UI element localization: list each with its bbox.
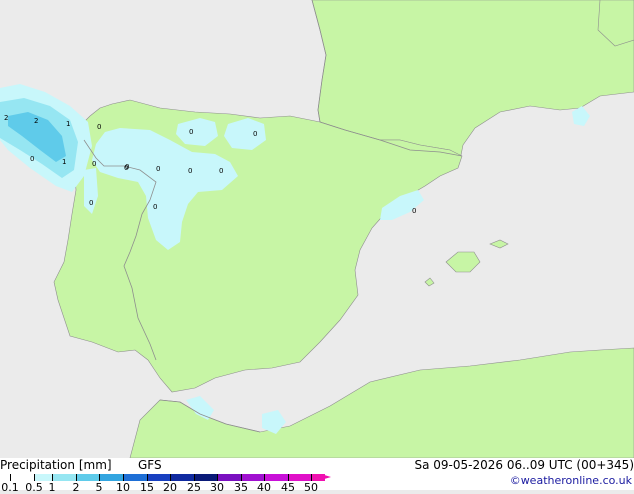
contour-label: 0 (253, 130, 257, 138)
legend-tick-label: 50 (304, 481, 318, 494)
contour-label: 0 (97, 123, 101, 131)
contour-label: 0 (156, 165, 160, 173)
legend-swatch (99, 474, 123, 481)
legend-tick-label: 10 (116, 481, 130, 494)
legend-swatch (288, 474, 311, 481)
legend-tick-label: 0.5 (25, 481, 43, 494)
legend-tick-label: 0.1 (1, 481, 19, 494)
precipitation-map: 2 2 1 0 0 1 0 0 0 0 0 0 0 0 0 0 0 (0, 0, 634, 458)
legend-tick-label: 2 (72, 481, 80, 494)
legend-swatch (123, 474, 147, 481)
contour-label: 2 (4, 114, 8, 122)
contour-label: 0 (30, 155, 34, 163)
legend-tick-label: 45 (281, 481, 295, 494)
contour-label: 0 (189, 128, 193, 136)
legend-tick-label: 25 (187, 481, 201, 494)
contour-label: 1 (66, 120, 70, 128)
legend-swatch (76, 474, 99, 481)
legend-arrow (321, 474, 331, 480)
contour-label: 0 (219, 167, 223, 175)
legend-swatch (10, 474, 34, 481)
contour-label: 0 (124, 164, 128, 172)
legend-tick-label: 1 (48, 481, 56, 494)
model-name: GFS (138, 458, 162, 472)
credit-link[interactable]: ©weatheronline.co.uk (510, 474, 632, 487)
contour-label: 0 (188, 167, 192, 175)
legend-swatch (217, 474, 241, 481)
contour-label: 0 (153, 203, 157, 211)
legend-swatch (241, 474, 264, 481)
contour-label: 2 (34, 117, 38, 125)
legend-tick-label: 15 (140, 481, 154, 494)
legend-tick-label: 5 (95, 481, 103, 494)
legend-tick-label: 20 (163, 481, 177, 494)
legend-tick-label: 30 (210, 481, 224, 494)
legend-tick-label: 35 (234, 481, 248, 494)
legend-swatch (147, 474, 170, 481)
forecast-datetime: Sa 09-05-2026 06..09 UTC (00+345) (414, 458, 634, 472)
legend-swatch (264, 474, 288, 481)
contour-label: 0 (412, 207, 416, 215)
contour-label: 1 (62, 158, 66, 166)
map-title: Precipitation [mm] (0, 458, 112, 472)
legend-swatch (52, 474, 76, 481)
legend-tick-label: 40 (257, 481, 271, 494)
contour-label: 0 (89, 199, 93, 207)
legend-swatch (194, 474, 217, 481)
legend-swatch (34, 474, 52, 481)
contour-label: 0 (92, 160, 96, 168)
legend-swatch (170, 474, 194, 481)
